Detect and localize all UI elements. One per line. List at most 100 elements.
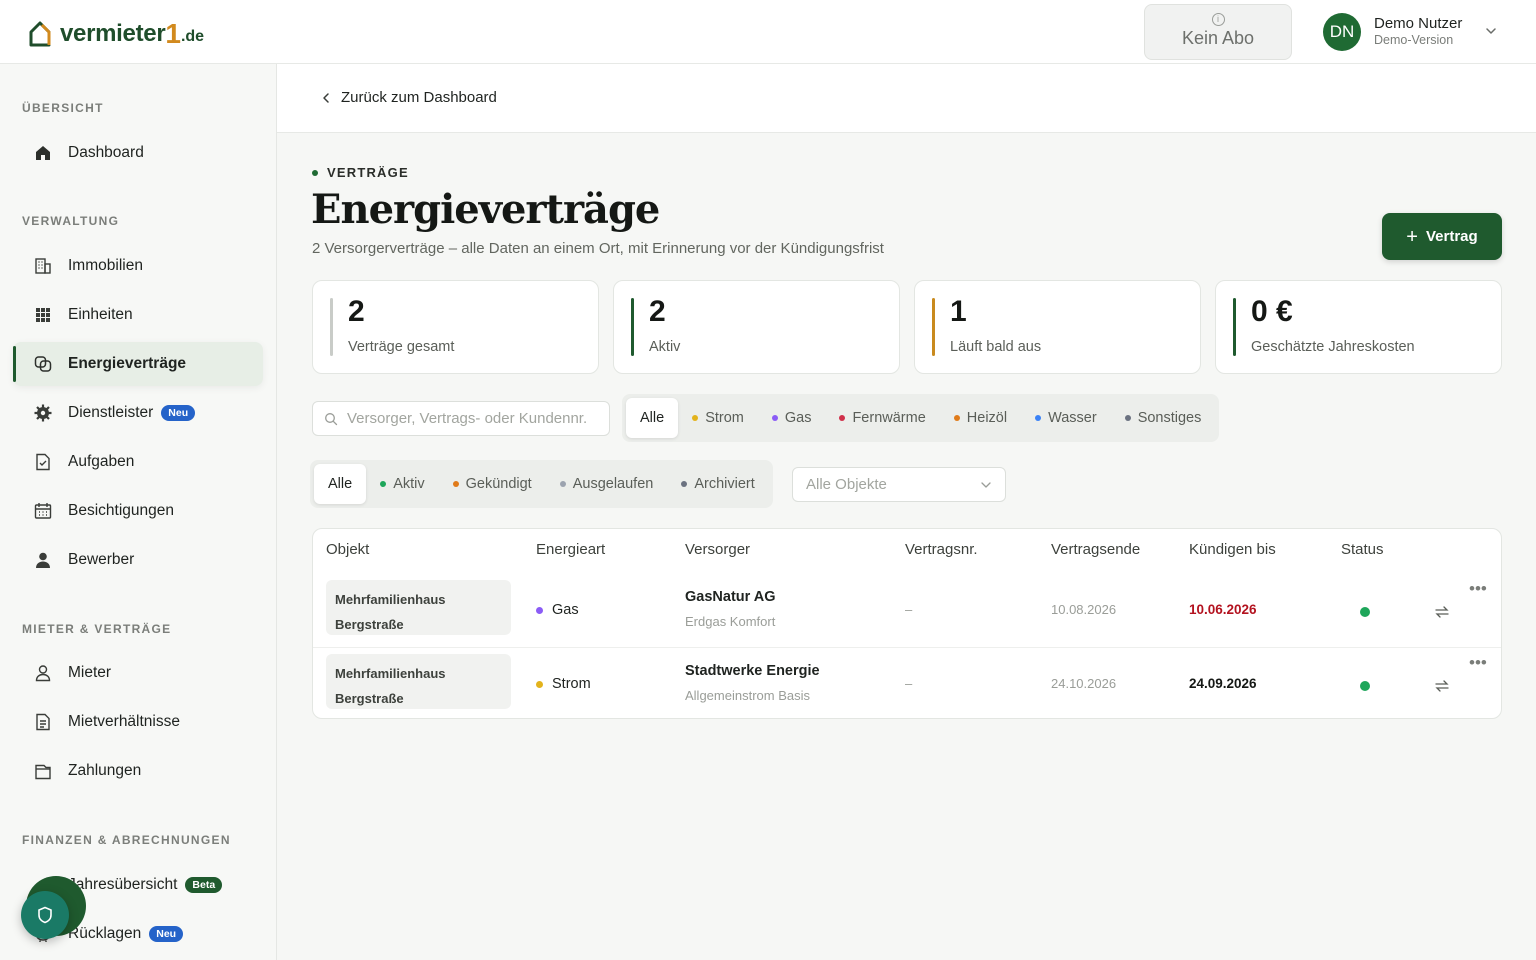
sidebar-item-label: Besichtigungen [68,502,174,519]
sidebar-item-dashboard[interactable]: Dashboard [13,131,263,175]
energy-filter-gas[interactable]: Gas [758,398,826,438]
energy-filter-all[interactable]: Alle [626,398,679,438]
column-header-object[interactable]: Objekt [326,541,369,558]
search-input[interactable] [347,410,602,427]
sidebar-item-label: Dashboard [68,144,144,161]
building-icon [33,256,53,276]
object-chip[interactable]: Mehrfamilienhaus Bergstraße [326,580,511,635]
user-name[interactable]: Demo Nutzer [1374,15,1462,32]
brand-digit: 1 [165,18,181,49]
status-filter-archived[interactable]: Archiviert [667,464,768,504]
stat-accent-bar [330,298,333,356]
brand-tld: .de [180,28,205,45]
contract-number: – [905,602,913,617]
plus-icon: + [1406,225,1418,248]
stat-accent-bar [1233,298,1236,356]
object-name: Mehrfamilienhaus [335,666,446,681]
sidebar-item-properties[interactable]: Immobilien [13,244,263,288]
energy-filter-fernwaerme[interactable]: Fernwärme [825,398,939,438]
energy-filter-heizoel[interactable]: Heizöl [940,398,1021,438]
column-header-cancel-by[interactable]: Kündigen bis [1189,541,1276,558]
new-badge: Neu [149,926,184,942]
status-filter-cancelled[interactable]: Gekündigt [439,464,546,504]
object-chip[interactable]: Mehrfamilienhaus Bergstraße [326,654,511,709]
contracts-icon [33,354,53,374]
brand-name: vermieter [60,20,166,47]
column-header-provider[interactable]: Versorger [685,541,750,558]
sidebar-item-viewings[interactable]: Besichtigungen [13,489,263,533]
home-icon [33,143,53,163]
sidebar-item-label: Jahresübersicht [68,876,178,893]
stat-card-active: 2 Aktiv [613,280,900,374]
status-filter-active[interactable]: Aktiv [366,464,438,504]
provider-name: Stadtwerke Energie [685,663,820,679]
object-select[interactable]: Alle Objekte [792,467,1006,502]
stat-label: Aktiv [649,339,681,355]
object-street: Bergstraße [335,691,404,706]
filter-dot [692,415,699,421]
privacy-shield-button[interactable] [21,891,69,939]
energy-type-cell: Strom [536,676,591,692]
filter-dot [559,481,566,487]
brand-logo[interactable]: vermieter 1 .de [28,16,204,48]
avatar[interactable]: DN [1323,13,1361,51]
page-title: Energieverträge [311,186,660,233]
subscription-button[interactable]: i Kein Abo [1144,4,1292,60]
energy-filter-sonstiges[interactable]: Sonstiges [1111,398,1216,438]
shield-icon [38,906,52,924]
column-header-energy-type[interactable]: Energieart [536,541,605,558]
chevron-down-icon[interactable] [1484,24,1498,38]
chevron-left-icon [323,92,329,103]
sidebar-item-payments[interactable]: Zahlungen [13,749,263,793]
energy-type: Strom [552,676,591,692]
column-header-status[interactable]: Status [1341,541,1384,558]
column-header-contract-end[interactable]: Vertragsende [1051,541,1140,558]
sidebar-item-label: Rücklagen [68,925,142,942]
contract-number: – [905,676,913,691]
calendar-icon [33,501,53,521]
sidebar-item-applicants[interactable]: Bewerber [13,538,263,582]
status-filter-expired[interactable]: Ausgelaufen [546,464,668,504]
sidebar-item-label: Mietverhältnisse [68,713,180,730]
more-options-icon[interactable]: ••• [1469,654,1487,671]
person-filled-icon [33,550,53,570]
filter-dot [681,481,688,487]
person-outline-icon [33,663,53,683]
switch-provider-icon[interactable] [1434,604,1450,620]
beta-badge: Beta [185,877,223,893]
filter-label: Alle [640,410,665,426]
sidebar-item-tenants[interactable]: Mieter [13,651,263,695]
sidebar-item-tenancies[interactable]: Mietverhältnisse [13,700,263,744]
table-row[interactable]: Mehrfamilienhaus Bergstraße Gas GasNatur… [313,574,1501,647]
filter-dot [953,415,960,421]
section-title-tenants-contracts: MIETER & VERTRÄGE [22,622,172,636]
sidebar-item-service-providers[interactable]: Dienstleister Neu [13,391,263,435]
sidebar-item-units[interactable]: Einheiten [13,293,263,337]
energy-filter-strom[interactable]: Strom [678,398,758,438]
back-to-dashboard-link[interactable]: Zurück zum Dashboard [319,89,497,106]
add-contract-label: Vertrag [1425,228,1478,245]
column-header-contract-number[interactable]: Vertragsnr. [905,541,978,558]
status-filter-all[interactable]: Alle [314,464,367,504]
more-options-icon[interactable]: ••• [1469,580,1487,597]
sidebar-item-label: Aufgaben [68,453,135,470]
stat-card-expiring: 1 Läuft bald aus [914,280,1201,374]
table-row[interactable]: Mehrfamilienhaus Bergstraße Strom Stadtw… [313,647,1501,720]
stat-value: 1 [950,295,967,328]
search-field[interactable] [312,401,610,436]
object-street: Bergstraße [335,617,404,632]
page-eyebrow: VERTRÄGE [312,165,409,180]
add-contract-button[interactable]: + Vertrag [1382,213,1502,260]
sidebar-item-label: Immobilien [68,257,143,274]
switch-provider-icon[interactable] [1434,678,1450,694]
sidebar-item-tasks[interactable]: Aufgaben [13,440,263,484]
energy-filter-wasser[interactable]: Wasser [1021,398,1111,438]
sidebar-item-energy-contracts[interactable]: Energieverträge [13,342,263,386]
cancel-by-date: 10.06.2026 [1189,602,1257,617]
object-name: Mehrfamilienhaus [335,592,446,607]
stat-card-annual-costs: 0 € Geschätzte Jahreskosten [1215,280,1502,374]
filter-label: Gas [784,410,812,426]
stat-label: Geschätzte Jahreskosten [1251,339,1415,355]
cancel-by-date: 24.09.2026 [1189,676,1257,691]
filter-dot [452,481,459,487]
